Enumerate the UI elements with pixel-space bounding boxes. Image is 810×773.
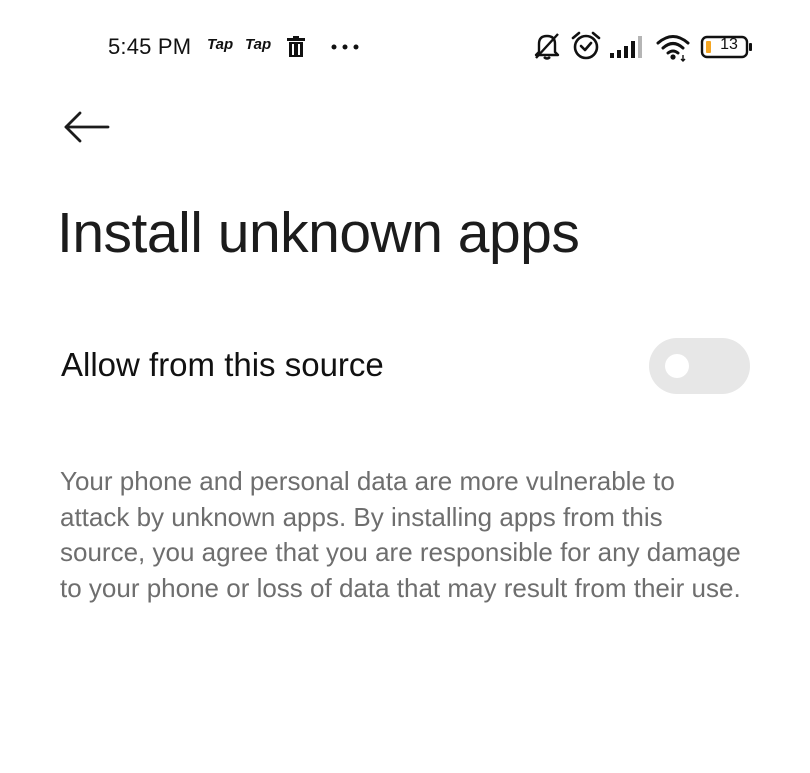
- back-button[interactable]: [60, 105, 114, 149]
- status-bar: 5:45 PM Tap Tap 13: [0, 22, 810, 70]
- signal-icon: [610, 36, 642, 58]
- page-title: Install unknown apps: [57, 201, 580, 265]
- more-icon: [331, 44, 359, 50]
- notification-app-icon: Tap: [207, 36, 234, 53]
- toggle-knob: [665, 354, 689, 378]
- status-time: 5:45 PM: [108, 34, 192, 59]
- allow-from-source-row[interactable]: Allow from this source: [0, 330, 810, 404]
- alarm-icon: [571, 31, 601, 60]
- trash-icon: [287, 36, 305, 57]
- arrow-left-icon: [64, 111, 110, 143]
- battery-level: 13: [720, 36, 738, 53]
- warning-description: Your phone and personal data are more vu…: [60, 466, 741, 603]
- notification-app-icon: Tap: [245, 36, 272, 53]
- wifi-icon: [656, 35, 690, 62]
- setting-label: Allow from this source: [61, 346, 384, 383]
- allow-from-source-toggle[interactable]: [649, 338, 750, 394]
- mute-icon: [534, 33, 560, 60]
